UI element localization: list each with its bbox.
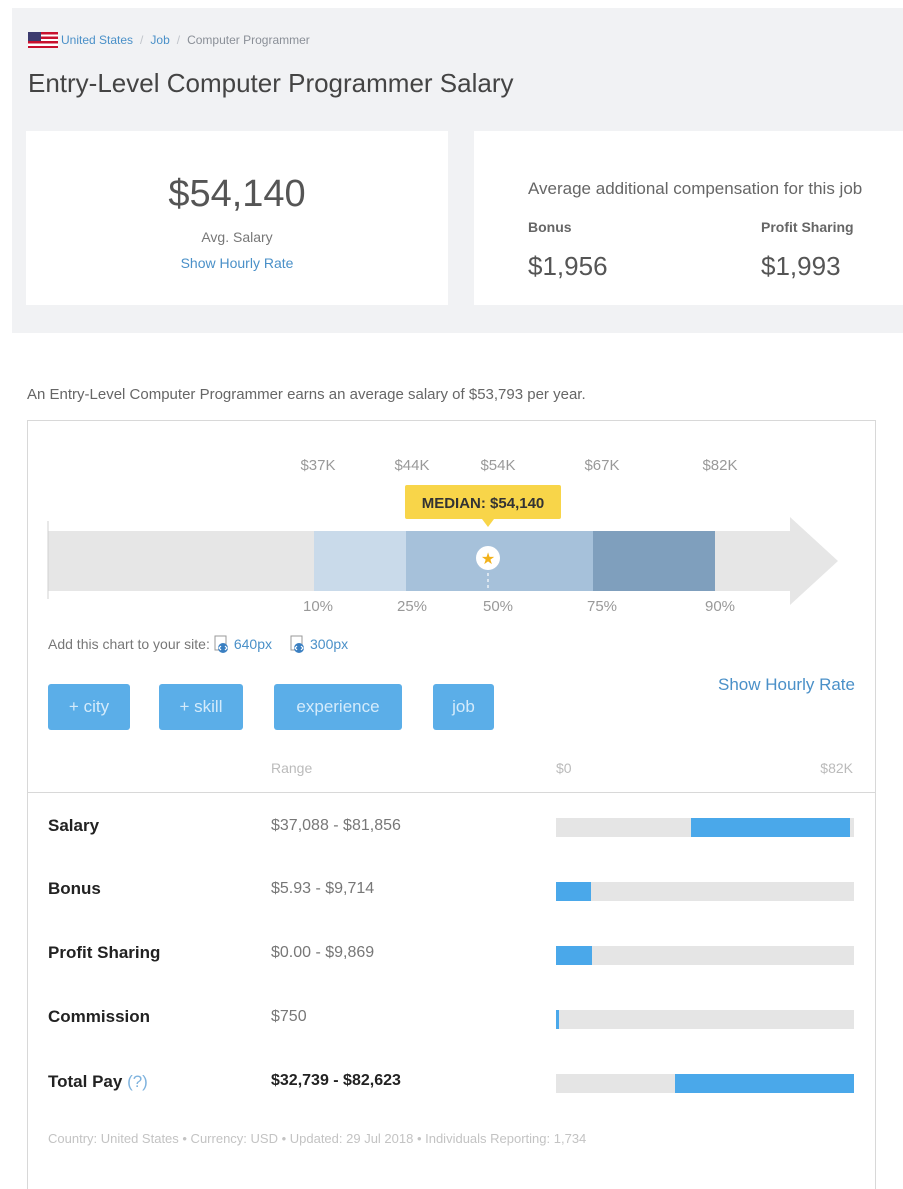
- percentile-value-label: $37K: [300, 457, 335, 474]
- row-range-salary: $37,088 - $81,856: [271, 817, 401, 834]
- row-label-total-pay: Total Pay (?): [48, 1072, 148, 1092]
- additional-compensation-title: Average additional compensation for this…: [528, 179, 863, 198]
- row-range-total-pay: $32,739 - $82,623: [271, 1072, 401, 1089]
- salary-summary: An Entry-Level Computer Programmer earns…: [27, 386, 586, 403]
- percentile-label: 25%: [397, 598, 427, 615]
- profit-sharing-label: Profit Sharing: [761, 219, 854, 235]
- additional-compensation-card: Average additional compensation for this…: [474, 131, 903, 305]
- commission-range-fill: [556, 1010, 559, 1029]
- total-pay-range-fill: [674, 1074, 854, 1093]
- scale-max-label: $82K: [820, 760, 853, 776]
- percentile-value-label: $82K: [702, 457, 737, 474]
- bonus-label: Bonus: [528, 219, 572, 235]
- experience-filter-button[interactable]: experience: [274, 684, 402, 730]
- total-pay-label: Total Pay: [48, 1072, 123, 1091]
- bonus-range-fill: [556, 882, 592, 901]
- percentile-value-label: $44K: [394, 457, 429, 474]
- profit-sharing-range-bar: [556, 946, 854, 965]
- percentile-value-label: $54K: [480, 457, 515, 474]
- show-hourly-rate-link[interactable]: Show Hourly Rate: [26, 255, 448, 271]
- salary-range-bar: [556, 818, 854, 837]
- embed-code-icon: [290, 635, 306, 653]
- salary-distribution-chart: $37K $44K $54K $67K $82K 10% 25% 50% 75% 90% MED…: [47, 457, 838, 615]
- total-pay-help-link[interactable]: (?): [127, 1072, 148, 1091]
- star-icon: ★: [481, 549, 495, 568]
- show-hourly-rate-link[interactable]: Show Hourly Rate: [718, 675, 855, 695]
- breadcrumb: United States / Job / Computer Programme…: [28, 32, 310, 48]
- row-label-bonus: Bonus: [48, 879, 101, 898]
- embed-300px-link[interactable]: 300px: [310, 636, 348, 652]
- salary-chart-panel: $37K $44K $54K $67K $82K 10% 25% 50% 75% 90% MED…: [27, 420, 876, 1189]
- embed-chart-line: Add this chart to your site: 640px 300px: [48, 635, 362, 653]
- profit-sharing-range-fill: [556, 946, 592, 965]
- add-city-button[interactable]: + city: [48, 684, 130, 730]
- breadcrumb-current: Computer Programmer: [187, 33, 310, 47]
- bonus-range-bar: [556, 882, 854, 901]
- row-range-bonus: $5.93 - $9,714: [271, 880, 375, 897]
- band-75-90: [593, 531, 715, 591]
- row-label-commission: Commission: [48, 1007, 151, 1026]
- profit-sharing-value: $1,993: [761, 251, 841, 281]
- percentile-label: 90%: [705, 598, 735, 615]
- table-divider: [28, 792, 875, 793]
- data-source-note: Country: United States • Currency: USD •…: [48, 1131, 587, 1146]
- avg-salary-label: Avg. Salary: [201, 229, 273, 245]
- median-tooltip-arrow: [482, 519, 494, 527]
- row-label-profit-sharing: Profit Sharing: [48, 943, 161, 962]
- breadcrumb-country-link[interactable]: United States: [61, 33, 133, 47]
- percentile-label: 75%: [587, 598, 617, 615]
- percentile-label: 50%: [483, 598, 513, 615]
- median-label: MEDIAN: $54,140: [422, 495, 545, 512]
- embed-code-icon: [214, 635, 230, 653]
- range-column-header: Range: [271, 760, 313, 776]
- us-flag-icon: [28, 32, 58, 48]
- row-label-salary: Salary: [48, 816, 100, 835]
- header-section: United States / Job / Computer Programme…: [12, 8, 903, 333]
- breadcrumb-job-link[interactable]: Job: [150, 33, 169, 47]
- embed-label: Add this chart to your site:: [48, 636, 210, 652]
- salary-range-fill: [690, 818, 850, 837]
- total-pay-range-bar: [556, 1074, 854, 1093]
- row-range-profit-sharing: $0.00 - $9,869: [271, 944, 375, 961]
- add-skill-button[interactable]: + skill: [159, 684, 243, 730]
- bonus-value: $1,956: [528, 251, 608, 281]
- commission-range-bar: [556, 1010, 854, 1029]
- percentile-value-label: $67K: [584, 457, 619, 474]
- breadcrumb-separator: /: [176, 33, 181, 47]
- row-range-commission: $750: [271, 1008, 307, 1025]
- breadcrumb-separator: /: [140, 33, 144, 47]
- avg-salary-value: $54,140: [168, 173, 306, 215]
- job-filter-button[interactable]: job: [433, 684, 494, 730]
- page-title: Entry-Level Computer Programmer Salary: [28, 68, 514, 98]
- band-10-25: [314, 531, 406, 591]
- embed-640px-link[interactable]: 640px: [234, 636, 272, 652]
- percentile-label: 10%: [303, 598, 333, 615]
- avg-salary-card: $54,140 Avg. Salary Show Hourly Rate: [26, 131, 448, 305]
- scale-min-label: $0: [556, 760, 572, 776]
